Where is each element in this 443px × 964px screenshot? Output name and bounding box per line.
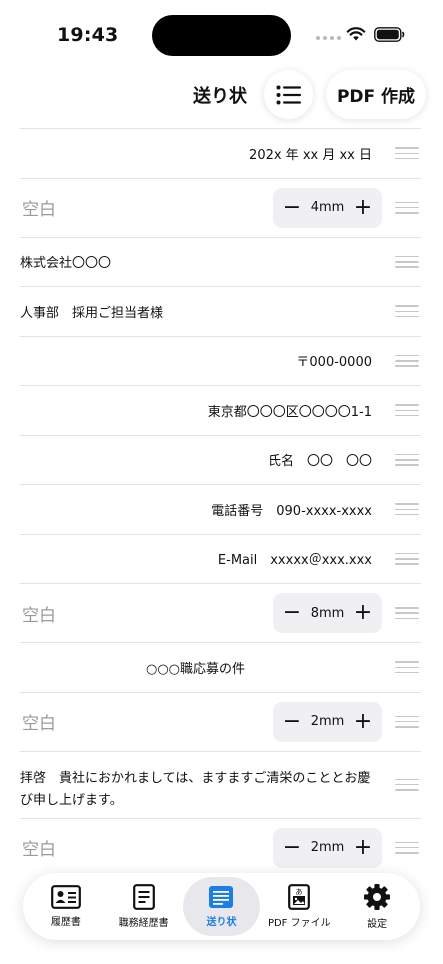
nav-header: 送り状 PDF 作成 [0,66,443,122]
drag-handle-icon[interactable] [395,453,419,466]
letter-item-list: 202x 年 xx 月 xx 日 空白 − 4mm + 株式会社〇〇〇 人事部 … [0,128,443,877]
tab-settings[interactable]: 設定 [338,877,416,936]
gear-icon [364,884,391,910]
spacing-stepper: − 2mm + [273,701,382,742]
list-item-blank[interactable]: 空白 − 4mm + [20,177,421,237]
increment-button[interactable]: + [352,196,374,219]
spacing-stepper: − 4mm + [273,187,382,228]
svg-text:あ: あ [296,888,303,896]
list-item-phone[interactable]: 電話番号 090-xxxx-xxxx [20,484,421,534]
blank-label: 空白 [22,714,56,734]
tab-resume[interactable]: 履歴書 [27,877,105,936]
drag-handle-icon[interactable] [395,552,419,565]
list-item-subject[interactable]: ○○○職応募の件 [20,642,421,692]
tab-label: 履歴書 [50,917,81,928]
list-item-postal[interactable]: 〒000-0000 [20,335,421,386]
wifi-icon [346,27,366,41]
spacing-value: 4mm [310,200,345,215]
drag-handle-icon[interactable] [395,778,419,791]
address-text: 東京都〇〇〇区〇〇〇〇1-1 [207,404,372,420]
phone-text: 電話番号 090-xxxx-xxxx [211,503,372,519]
drag-handle-icon[interactable] [395,354,419,367]
dynamic-island [152,15,291,56]
greeting-text: 拝啓 貴社におかれましては、ますますご清栄のこととお慶び申し上げます。 [20,770,371,808]
drag-handle-icon[interactable] [395,255,419,268]
drag-handle-icon[interactable] [395,404,419,417]
tab-career-history[interactable]: 職務経歴書 [105,877,183,936]
list-item-greeting[interactable]: 拝啓 貴社におかれましては、ますますご清栄のこととお慶び申し上げます。 [20,750,421,818]
status-bar: 19:43 [0,0,443,70]
list-item-email[interactable]: E-Mail xxxxx＠xxx.xxx [20,533,421,584]
pdf-file-icon: あ [288,884,311,910]
email-text: E-Mail xxxxx＠xxx.xxx [217,553,372,569]
drag-handle-icon[interactable] [395,147,419,160]
increment-button[interactable]: + [352,602,374,624]
subject-text: ○○○職応募の件 [146,661,246,677]
list-item-company[interactable]: 株式会社〇〇〇 [20,236,421,287]
battery-icon [374,27,405,42]
decrement-button[interactable]: − [281,710,303,733]
list-item-recipient[interactable]: 人事部 採用ご担当者様 [20,286,421,336]
blank-label: 空白 [22,605,56,626]
blank-label: 空白 [22,840,56,860]
list-item-name[interactable]: 氏名 〇〇 〇〇 [20,434,421,485]
increment-button[interactable]: + [352,836,374,859]
letter-icon [209,886,234,908]
list-item-blank[interactable]: 空白 − 2mm + [20,817,421,877]
create-pdf-button[interactable]: PDF 作成 [326,70,426,119]
tab-label: 送り状 [206,917,237,928]
name-text: 氏名 〇〇 〇〇 [267,454,372,470]
increment-button[interactable]: + [352,710,374,733]
list-item-address[interactable]: 東京都〇〇〇区〇〇〇〇1-1 [20,385,421,435]
tab-pdf-files[interactable]: あ PDF ファイル [260,877,338,936]
tab-cover-letter[interactable]: 送り状 [182,877,261,936]
spacing-value: 2mm [310,714,345,729]
page-title: 送り状 [193,86,247,107]
tab-label: 職務経歴書 [118,918,169,929]
id-card-icon [50,885,81,909]
decrement-button[interactable]: − [281,196,303,219]
spacing-stepper: − 2mm + [273,827,382,868]
postal-text: 〒000-0000 [296,355,372,371]
drag-handle-icon[interactable] [395,305,419,318]
blank-label: 空白 [22,200,56,220]
drag-handle-icon[interactable] [395,715,419,728]
drag-handle-icon[interactable] [395,607,419,619]
decrement-button[interactable]: − [281,836,303,859]
list-item-blank[interactable]: 空白 − 8mm + [20,583,421,642]
tab-label: PDF ファイル [267,918,331,929]
spacing-value: 8mm [310,605,345,621]
list-item-blank[interactable]: 空白 − 2mm + [20,691,421,751]
list-icon [276,85,301,104]
drag-handle-icon[interactable] [395,201,419,214]
spacing-stepper: − 8mm + [273,593,382,633]
status-time: 19:43 [57,24,119,46]
signal-icon [316,36,341,40]
bottom-tab-bar: 履歴書 職務経歴書 送り状 あ PDF ファイル 設定 [23,873,420,940]
list-item-date[interactable]: 202x 年 xx 月 xx 日 [20,128,421,178]
drag-handle-icon[interactable] [395,661,419,674]
decrement-button[interactable]: − [281,602,303,624]
recipient-text: 人事部 採用ご担当者様 [20,305,164,321]
company-text: 株式会社〇〇〇 [20,256,112,272]
drag-handle-icon[interactable] [395,841,419,854]
reorder-list-button[interactable] [264,70,313,119]
drag-handle-icon[interactable] [395,503,419,516]
document-icon [132,884,155,910]
tab-label: 設定 [367,919,388,930]
date-text: 202x 年 xx 月 xx 日 [249,147,372,163]
spacing-value: 2mm [310,840,345,855]
